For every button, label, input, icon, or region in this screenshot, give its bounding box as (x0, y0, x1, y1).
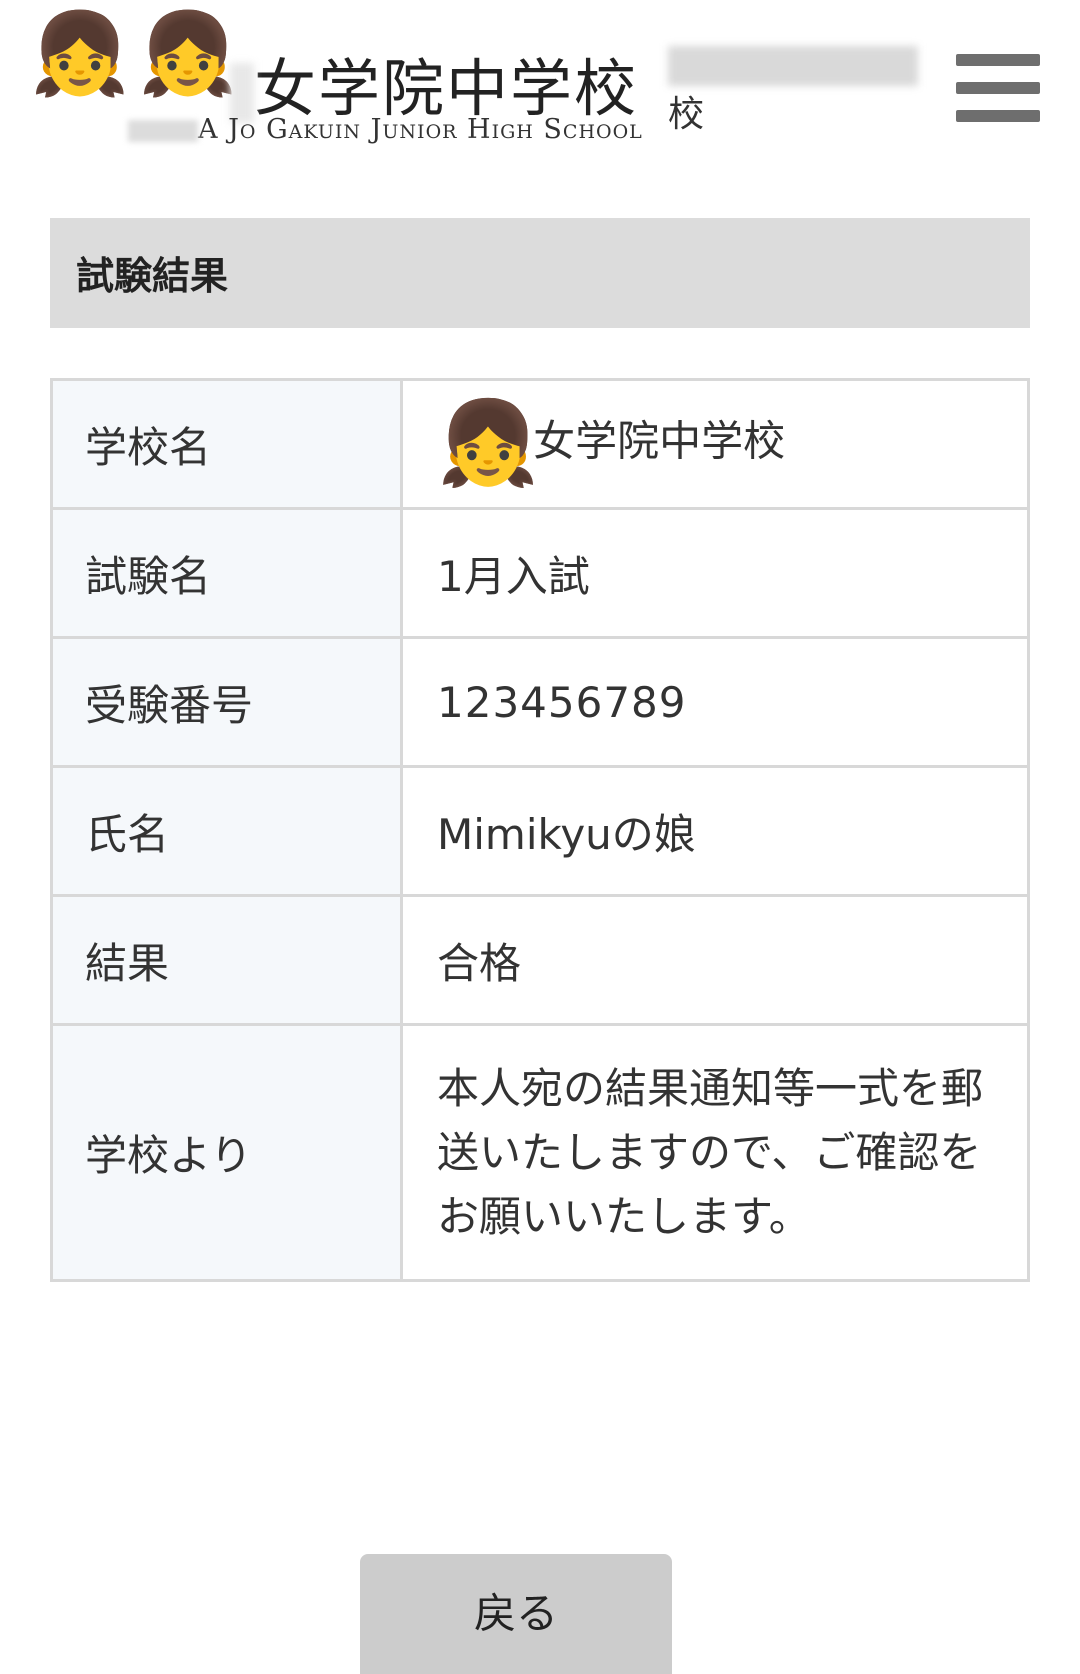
header-side-note: 校 (668, 40, 928, 140)
girl-avatar-icon: 👧 (138, 7, 238, 100)
result-table: 学校名 👧女学院中学校 試験名 1月入試 受験番号 123456789 氏名 M… (50, 378, 1030, 1282)
redaction-blur (668, 46, 918, 86)
back-button[interactable]: 戻る (360, 1554, 672, 1674)
table-row: 試験名 1月入試 (50, 507, 1030, 639)
row-label: 氏名 (50, 765, 403, 897)
exam-name-value: 1月入試 (400, 507, 1030, 639)
row-label: 受験番号 (50, 636, 403, 768)
side-note-tail: 校 (668, 94, 705, 135)
redaction-blur (128, 119, 198, 142)
row-label: 学校より (50, 1023, 403, 1282)
table-row: 氏名 Mimikyuの娘 (50, 765, 1030, 897)
school-message-value: 本人宛の結果通知等一式を郵送いたしますので、ご確認をお願いいたします。 (400, 1023, 1030, 1282)
section-title: 試験結果 (50, 218, 1030, 328)
school-name-text: 女学院中学校 (533, 416, 786, 466)
table-row: 学校より 本人宛の結果通知等一式を郵送いたしますので、ご確認をお願いいたします。 (50, 1023, 1030, 1282)
row-label: 結果 (50, 894, 403, 1026)
school-name-value: 👧女学院中学校 (400, 378, 1030, 510)
table-row: 学校名 👧女学院中学校 (50, 378, 1030, 510)
girl-avatar-icon: 👧 (437, 396, 540, 491)
site-header: 👧 👧 女学院中学校 A Jo Gakuin Junior High Schoo… (0, 0, 1080, 170)
school-subtitle: A Jo Gakuin Junior High School (128, 114, 643, 145)
table-row: 受験番号 123456789 (50, 636, 1030, 768)
row-label: 学校名 (50, 378, 403, 510)
girl-avatar-icon: 👧 (30, 7, 130, 100)
result-value: 合格 (400, 894, 1030, 1026)
school-subtitle-text: A Jo Gakuin Junior High School (198, 114, 643, 145)
hamburger-menu-icon[interactable] (956, 52, 1040, 124)
student-name-value: Mimikyuの娘 (400, 765, 1030, 897)
exam-number-value: 123456789 (400, 636, 1030, 768)
table-row: 結果 合格 (50, 894, 1030, 1026)
row-label: 試験名 (50, 507, 403, 639)
